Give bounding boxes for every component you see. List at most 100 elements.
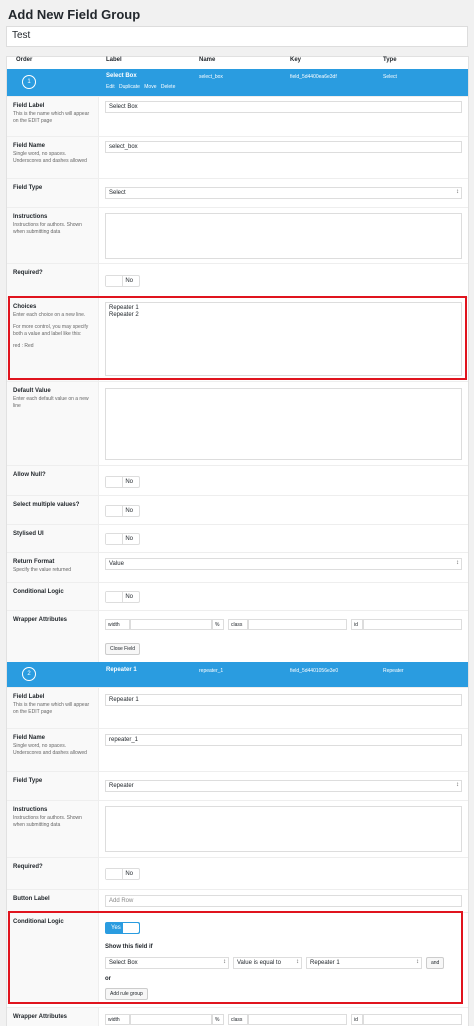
field-type-select[interactable]: Select ↕ — [105, 187, 462, 199]
toggle-knob — [106, 276, 123, 286]
highlight-choices — [8, 296, 467, 380]
field-label-desc: This is the name which will appear on th… — [13, 111, 90, 124]
return-format-desc: Specify the value returned — [13, 567, 72, 573]
field-type-select[interactable]: Repeater ↕ — [105, 780, 462, 792]
label-column: Required? — [7, 264, 99, 297]
order-badge[interactable]: 1 — [22, 75, 36, 89]
field-name-label: Field Name — [13, 143, 46, 149]
field-type-label: Field Type — [13, 185, 43, 191]
row-field-label: Field Label This is the name which will … — [7, 96, 468, 136]
field-header-name: select_box — [199, 74, 223, 80]
button-label-label: Button Label — [13, 896, 50, 902]
conditional-toggle[interactable]: No — [105, 591, 140, 603]
instructions-label: Instructions — [13, 214, 48, 220]
row-default-value: Default Value Enter each default value o… — [7, 381, 468, 465]
row-button-label: Button Label Add Row — [7, 889, 468, 912]
label-column: Field Name Single word, no spaces. Under… — [7, 729, 99, 771]
page-title: Add New Field Group — [8, 7, 141, 22]
toggle-text: No — [125, 536, 133, 542]
label-column: Instructions Instructions for authors. S… — [7, 801, 99, 857]
stylised-label: Stylised UI — [13, 531, 44, 537]
toggle-knob — [106, 477, 123, 487]
toggle-text: No — [125, 278, 133, 284]
row-actions: Edit Duplicate Move Delete — [106, 84, 178, 90]
required-toggle[interactable]: No — [105, 275, 140, 287]
field-name-input[interactable]: repeater_1 — [105, 734, 462, 746]
instructions-textarea[interactable] — [105, 213, 462, 259]
stylised-toggle[interactable]: No — [105, 533, 140, 545]
allow-null-toggle[interactable]: No — [105, 476, 140, 488]
instructions-label: Instructions — [13, 807, 48, 813]
group-title-input[interactable]: Test — [6, 26, 468, 47]
field-header-repeater[interactable]: 2 Repeater 1 repeater_1 field_5d4401056e… — [7, 662, 468, 687]
row-instructions: Instructions Instructions for authors. S… — [7, 207, 468, 263]
row-field-type: Field Type Repeater ↕ — [7, 771, 468, 800]
class-prefix: class — [228, 619, 248, 630]
toggle-knob — [106, 506, 123, 516]
duplicate-link[interactable]: Duplicate — [119, 84, 140, 90]
delete-link[interactable]: Delete — [161, 84, 175, 90]
field-label-input[interactable]: Repeater 1 — [105, 694, 462, 706]
default-value-textarea[interactable] — [105, 388, 462, 460]
field-header-key: field_5d4400ea6e3df — [290, 74, 337, 80]
toggle-knob — [106, 592, 123, 602]
field-name-input[interactable]: select_box — [105, 141, 462, 153]
label-column: Allow Null? — [7, 466, 99, 495]
field-label-label: Field Label — [13, 694, 45, 700]
field-name-desc: Single word, no spaces. Underscores and … — [13, 151, 87, 164]
width-input[interactable] — [130, 619, 212, 630]
chevron-down-icon: ↕ — [456, 782, 459, 788]
field-label-desc: This is the name which will appear on th… — [13, 702, 90, 715]
row-conditional-logic: Conditional Logic No — [7, 582, 468, 610]
id-input[interactable] — [363, 619, 462, 630]
field-header-label[interactable]: Select Box — [106, 73, 137, 79]
id-input[interactable] — [363, 1014, 462, 1025]
width-input[interactable] — [130, 1014, 212, 1025]
move-link[interactable]: Move — [144, 84, 156, 90]
highlight-conditional-logic — [8, 911, 463, 1004]
width-prefix: width — [105, 619, 130, 630]
row-allow-null: Allow Null? No — [7, 465, 468, 495]
toggle-text: No — [125, 508, 133, 514]
chevron-down-icon: ↕ — [456, 560, 459, 566]
edit-link[interactable]: Edit — [106, 84, 115, 90]
percent-suffix: % — [212, 1014, 224, 1025]
return-format-select[interactable]: Value ↕ — [105, 558, 462, 570]
return-format-label: Return Format — [13, 559, 55, 565]
close-field-button[interactable]: Close Field — [105, 643, 141, 655]
wrapper-label: Wrapper Attributes — [13, 1014, 68, 1020]
multiple-label: Select multiple values? — [13, 502, 80, 508]
toggle-text: No — [125, 871, 133, 877]
label-column: Select multiple values? — [7, 496, 99, 524]
field-header-key: field_5d4401056e3e0 — [290, 668, 339, 674]
field-header-type: Repeater — [383, 668, 404, 674]
instructions-textarea[interactable] — [105, 806, 462, 852]
class-input[interactable] — [248, 619, 347, 630]
percent-suffix: % — [212, 619, 224, 630]
label-column: Conditional Logic — [7, 583, 99, 610]
order-badge[interactable]: 2 — [22, 667, 36, 681]
multiple-toggle[interactable]: No — [105, 505, 140, 517]
button-label-input[interactable]: Add Row — [105, 895, 462, 907]
toggle-knob — [106, 869, 123, 879]
default-value-desc: Enter each default value on a new line — [13, 396, 89, 409]
row-wrapper-attributes: Wrapper Attributes width % class id Clos… — [7, 610, 468, 662]
row-required: Required? No — [7, 263, 468, 297]
wrapper-label: Wrapper Attributes — [13, 617, 68, 623]
field-header-label[interactable]: Repeater 1 — [106, 667, 137, 673]
allow-null-label: Allow Null? — [13, 472, 46, 478]
conditional-label: Conditional Logic — [13, 589, 64, 595]
row-instructions: Instructions Instructions for authors. S… — [7, 800, 468, 857]
field-name-label: Field Name — [13, 735, 46, 741]
label-column: Field Label This is the name which will … — [7, 97, 99, 136]
column-header-label: Label — [106, 57, 122, 63]
label-column: Field Type — [7, 772, 99, 800]
row-return-format: Return Format Specify the value returned… — [7, 552, 468, 582]
class-input[interactable] — [248, 1014, 347, 1025]
field-header-select-box[interactable]: 1 Select Box Edit Duplicate Move Delete … — [7, 69, 468, 96]
label-column: Required? — [7, 858, 99, 889]
field-label-input[interactable]: Select Box — [105, 101, 462, 113]
required-toggle[interactable]: No — [105, 868, 140, 880]
row-required: Required? No — [7, 857, 468, 889]
default-value-label: Default Value — [13, 388, 51, 394]
